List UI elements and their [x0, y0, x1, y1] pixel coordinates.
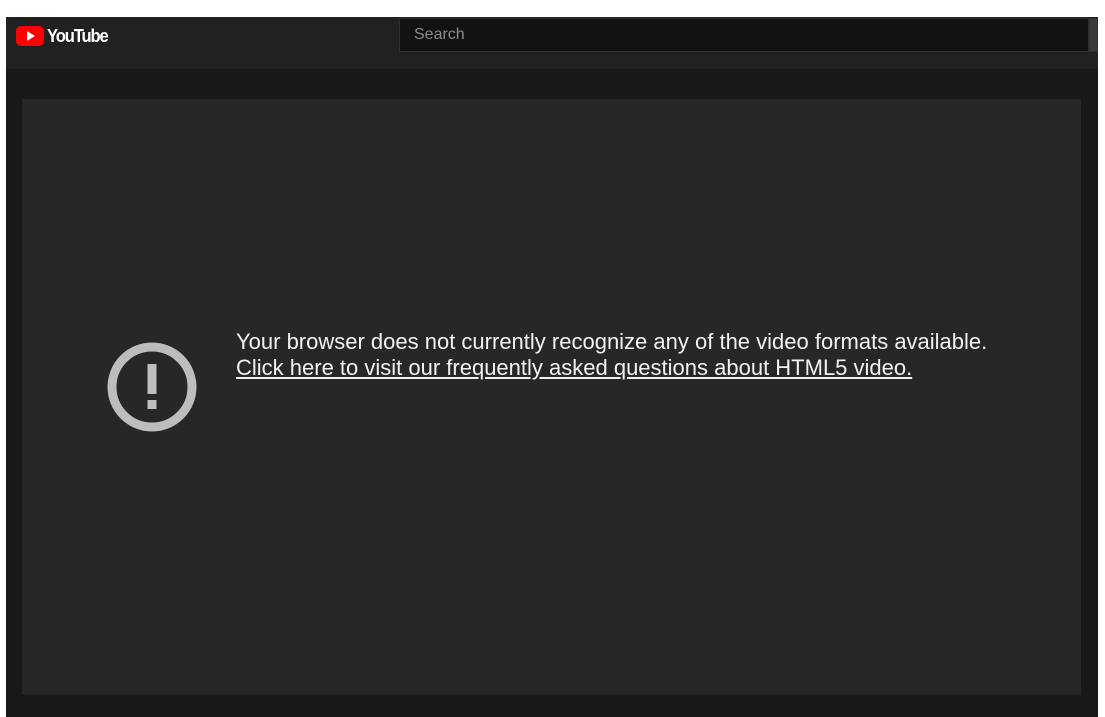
youtube-play-icon — [16, 26, 44, 46]
masthead: YouTube — [6, 17, 1098, 69]
search-button[interactable] — [1089, 18, 1098, 52]
logo-text: YouTube — [47, 25, 109, 46]
video-player: Your browser does not currently recogniz… — [22, 99, 1081, 695]
error-message: Your browser does not currently recogniz… — [236, 329, 988, 354]
youtube-logo[interactable]: YouTube — [16, 26, 113, 46]
app-frame: YouTube Your browser does not currently … — [6, 17, 1098, 717]
alert-circle-icon — [107, 342, 197, 432]
player-error-text: Your browser does not currently recogniz… — [236, 329, 1016, 381]
search-input[interactable] — [399, 18, 1089, 52]
html5-faq-link[interactable]: Click here to visit our frequently asked… — [236, 355, 912, 380]
